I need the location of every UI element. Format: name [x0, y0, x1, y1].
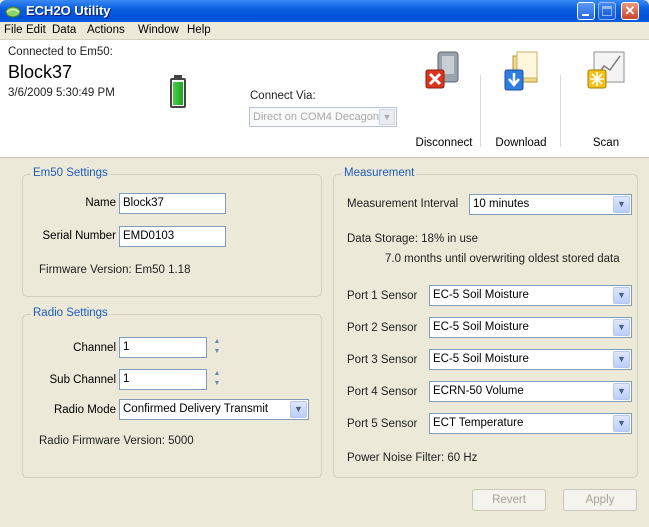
port-3-select[interactable]: EC-5 Soil Moisture ▼ [429, 349, 632, 370]
measurement-interval-select[interactable]: 10 minutes ▼ [469, 194, 632, 215]
battery-icon [170, 78, 186, 108]
chevron-down-icon: ▼ [379, 109, 395, 125]
disconnect-icon [425, 51, 459, 89]
spin-up-icon[interactable]: ▲ [210, 369, 224, 379]
scan-icon [587, 51, 625, 89]
measurement-title: Measurement [342, 167, 417, 179]
overwrite-estimate-text: 7.0 months until overwriting oldest stor… [385, 253, 620, 265]
sub-channel-field[interactable]: 1 [119, 369, 207, 390]
radio-settings-title: Radio Settings [31, 307, 110, 319]
radio-mode-value: Confirmed Delivery Transmit [123, 403, 269, 415]
radio-mode-select[interactable]: Confirmed Delivery Transmit ▼ [119, 399, 309, 420]
spin-up-icon[interactable]: ▲ [210, 337, 224, 347]
channel-label: Channel [73, 342, 116, 354]
menu-actions[interactable]: Actions [87, 24, 125, 36]
menu-data[interactable]: Data [52, 24, 76, 36]
scan-button[interactable]: Scan [573, 48, 639, 149]
title-bar[interactable]: ECH2O Utility ✕ [0, 0, 649, 22]
menu-window[interactable]: Window [138, 24, 179, 36]
connect-via-value: Direct on COM4 Decagon [253, 111, 379, 123]
radio-mode-label: Radio Mode [53, 404, 116, 416]
name-label: Name [85, 197, 116, 209]
connection-label: Connected to Em50: [8, 46, 113, 58]
data-storage-text: Data Storage: 18% in use [347, 233, 479, 245]
app-leaf-icon [5, 6, 21, 18]
connect-via-label: Connect Via: [250, 90, 316, 102]
scan-label: Scan [592, 137, 620, 149]
toolbar-separator [560, 75, 561, 147]
channel-field[interactable]: 1 [119, 337, 207, 358]
port-2-value: EC-5 Soil Moisture [433, 321, 529, 333]
port-5-value: ECT Temperature [433, 417, 524, 429]
spin-down-icon[interactable]: ▼ [210, 347, 224, 357]
port-2-select[interactable]: EC-5 Soil Moisture ▼ [429, 317, 632, 338]
battery-level-fill [173, 82, 183, 105]
name-field[interactable]: Block37 [119, 193, 226, 214]
port-5-label: Port 5 Sensor [347, 418, 418, 430]
serial-number-field[interactable]: EMD0103 [119, 226, 226, 247]
menu-file[interactable]: File [4, 24, 23, 36]
maximize-icon [602, 6, 612, 16]
serial-number-label: Serial Number [42, 230, 117, 242]
window-title: ECH2O Utility [26, 3, 111, 18]
port-4-label: Port 4 Sensor [347, 386, 418, 398]
chevron-down-icon[interactable]: ▼ [613, 351, 630, 368]
menu-edit[interactable]: Edit [26, 24, 46, 36]
firmware-version: Firmware Version: Em50 1.18 [39, 264, 191, 276]
port-2-label: Port 2 Sensor [347, 322, 418, 334]
port-3-label: Port 3 Sensor [347, 354, 418, 366]
apply-button[interactable]: Apply [563, 489, 637, 511]
port-1-select[interactable]: EC-5 Soil Moisture ▼ [429, 285, 632, 306]
port-4-value: ECRN-50 Volume [433, 385, 524, 397]
download-label: Download [495, 137, 547, 149]
maximize-button [598, 2, 616, 20]
connect-via-select: Direct on COM4 Decagon ▼ [249, 107, 397, 127]
chevron-down-icon[interactable]: ▼ [613, 287, 630, 304]
measurement-interval-value: 10 minutes [473, 198, 530, 210]
port-4-select[interactable]: ECRN-50 Volume ▼ [429, 381, 632, 402]
download-button[interactable]: Download [488, 48, 554, 149]
minimize-icon [582, 14, 589, 16]
device-timestamp: 3/6/2009 5:30:49 PM [8, 87, 115, 99]
minimize-button[interactable] [577, 2, 595, 20]
port-1-value: EC-5 Soil Moisture [433, 289, 529, 301]
toolbar-separator [480, 75, 481, 147]
device-name: Block37 [8, 62, 73, 82]
close-button[interactable]: ✕ [621, 2, 639, 20]
menu-bar: File Edit Data Actions Window Help [0, 22, 649, 40]
measurement-interval-label: Measurement Interval [347, 198, 459, 210]
chevron-down-icon[interactable]: ▼ [613, 383, 630, 400]
close-icon: ✕ [624, 3, 636, 18]
menu-help[interactable]: Help [187, 24, 211, 36]
radio-firmware-version: Radio Firmware Version: 5000 [39, 435, 194, 447]
disconnect-label: Disconnect [415, 137, 473, 149]
download-icon [504, 51, 538, 91]
em50-settings-title: Em50 Settings [31, 167, 110, 179]
disconnect-button[interactable]: Disconnect [411, 48, 477, 149]
connection-header: Connected to Em50: Block37 3/6/2009 5:30… [0, 40, 649, 158]
channel-spinner[interactable]: ▲ ▼ [210, 337, 224, 358]
chevron-down-icon[interactable]: ▼ [613, 415, 630, 432]
port-5-select[interactable]: ECT Temperature ▼ [429, 413, 632, 434]
chevron-down-icon[interactable]: ▼ [290, 401, 307, 418]
chevron-down-icon[interactable]: ▼ [613, 319, 630, 336]
sub-channel-spinner[interactable]: ▲ ▼ [210, 369, 224, 390]
app-window: ECH2O Utility ✕ File Edit Data Actions W… [0, 0, 649, 527]
revert-button[interactable]: Revert [472, 489, 546, 511]
spin-down-icon[interactable]: ▼ [210, 379, 224, 389]
port-3-value: EC-5 Soil Moisture [433, 353, 529, 365]
port-1-label: Port 1 Sensor [347, 290, 418, 302]
sub-channel-label: Sub Channel [49, 374, 117, 386]
chevron-down-icon[interactable]: ▼ [613, 196, 630, 213]
power-noise-filter-text: Power Noise Filter: 60 Hz [347, 452, 478, 464]
